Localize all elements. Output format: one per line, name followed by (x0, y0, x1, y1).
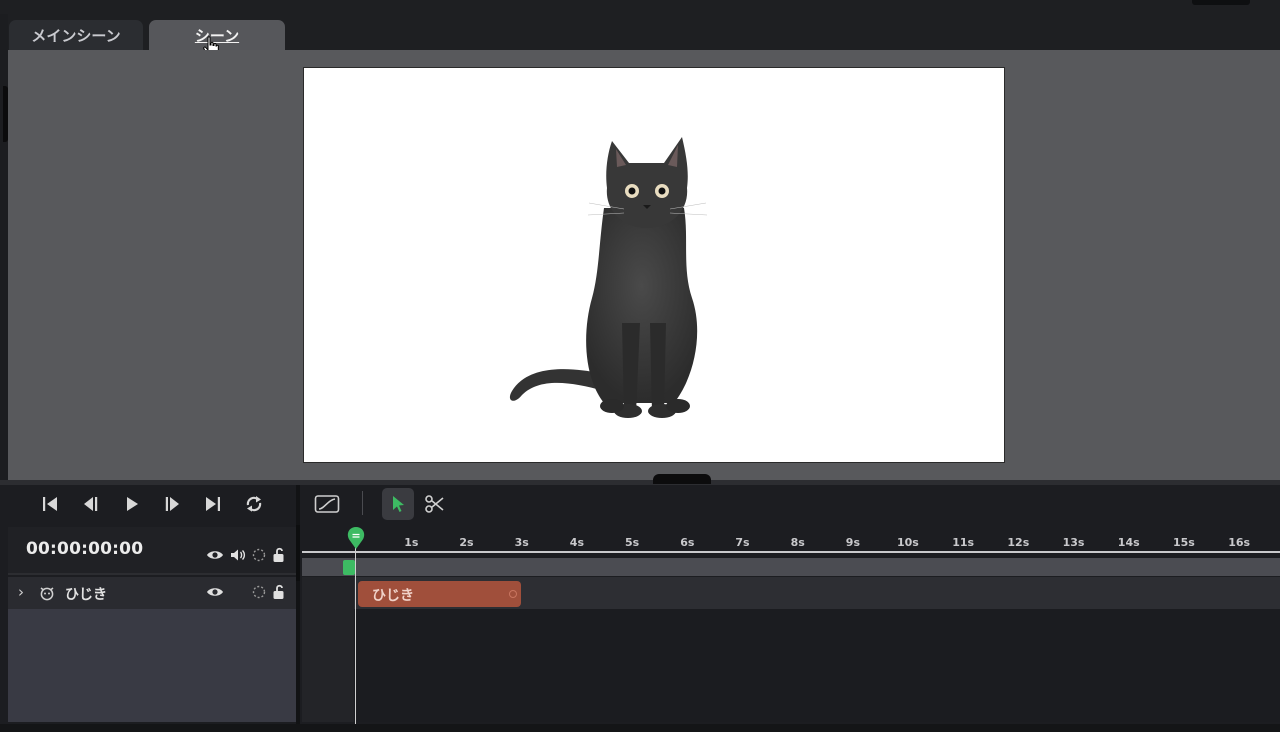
ruler-tick-label: 8s (790, 536, 805, 549)
track-list-empty (8, 609, 296, 722)
playback-controls (8, 485, 296, 523)
dotted-circle-icon[interactable] (252, 585, 266, 599)
timeline-empty-area (302, 609, 1280, 722)
ruler-tick-label: 16s (1228, 536, 1251, 549)
timeline-gutter (302, 577, 354, 722)
range-start-marker[interactable] (343, 560, 355, 575)
ruler-tick-label: 9s (845, 536, 860, 549)
clip-end-handle[interactable] (509, 590, 517, 598)
curve-editor-icon[interactable] (311, 488, 343, 520)
ruler-tick-label: 3s (514, 536, 529, 549)
tool-separator (362, 491, 363, 515)
eye-icon[interactable] (206, 586, 224, 598)
ruler-tick-label: 7s (735, 536, 750, 549)
ruler-tick-label: 1s (404, 536, 419, 549)
left-edge (0, 14, 8, 480)
skip-to-start-icon[interactable] (39, 493, 61, 515)
track-toggles (206, 584, 286, 600)
ruler-tick-label: 15s (1173, 536, 1195, 549)
ruler-tick-label: 13s (1062, 536, 1085, 549)
playhead-icon[interactable] (346, 526, 366, 550)
playhead-line (355, 537, 356, 724)
select-arrow-icon[interactable] (382, 488, 414, 520)
panel-divider[interactable] (296, 485, 300, 732)
chevron-right-icon[interactable]: › (18, 583, 24, 601)
play-icon[interactable] (121, 493, 143, 515)
track-lane: ひじき (302, 577, 1280, 609)
ruler-tick-label: 14s (1117, 536, 1140, 549)
character-face-icon (40, 587, 54, 601)
speaker-icon[interactable] (230, 548, 246, 562)
track-row[interactable]: › ひじき (8, 577, 296, 609)
ruler-tick-label: 4s (569, 536, 584, 549)
timecode-header: 00:00:00:00 (8, 527, 296, 575)
cat-character-image (509, 137, 708, 418)
top-bar (0, 0, 1280, 14)
scene-tabs: メインシーン シーン (0, 14, 1280, 50)
time-ruler[interactable]: 1s 2s 3s 4s 5s 6s 7s 8s 9s 10s 11s 12s 13s 14s 15s 16s (302, 527, 1280, 553)
timecode-display[interactable]: 00:00:00:00 (26, 539, 143, 559)
unlock-icon[interactable] (272, 547, 286, 563)
step-forward-icon[interactable] (161, 493, 183, 515)
eye-icon[interactable] (206, 549, 224, 561)
bottom-edge (0, 724, 1280, 732)
timeline-tools (302, 485, 1280, 523)
ruler-tick-label: 10s (897, 536, 919, 549)
scissors-icon[interactable] (419, 488, 451, 520)
preview-area (8, 50, 1280, 480)
scroll-thumb[interactable] (296, 525, 300, 581)
clip-label: ひじき (372, 588, 414, 604)
skip-to-end-icon[interactable] (202, 493, 224, 515)
loop-icon[interactable] (243, 493, 265, 515)
character-clip[interactable]: ひじき (358, 581, 521, 607)
ruler-tick-label: 6s (680, 536, 695, 549)
window-control[interactable] (1192, 0, 1250, 5)
ruler-tick-label: 2s (459, 536, 474, 549)
track-name: ひじき (65, 587, 107, 603)
timeline-panel: 00:00:00:00 › ひじき 1s 2s 3s 4s 5s 6s 7s 8… (0, 485, 1280, 732)
ruler-tick-label: 5s (625, 536, 640, 549)
ruler-tick-label: 11s (952, 536, 975, 549)
scene-range-bar[interactable] (302, 558, 1280, 576)
unlock-icon[interactable] (272, 584, 286, 600)
tab-main-scene[interactable]: メインシーン (9, 20, 143, 50)
ruler-tick-label: 12s (1007, 536, 1030, 549)
preview-canvas[interactable] (303, 67, 1005, 463)
step-back-icon[interactable] (80, 493, 102, 515)
splitter-handle[interactable] (653, 474, 711, 484)
global-toggles (206, 547, 286, 563)
dotted-circle-icon[interactable] (252, 548, 266, 562)
